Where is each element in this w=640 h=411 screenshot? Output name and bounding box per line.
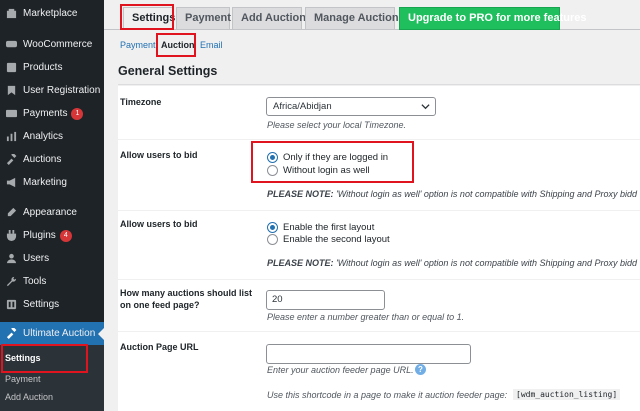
allow-bid-layout-label: Allow users to bid (120, 219, 198, 229)
timezone-selected-value: Africa/Abidjan (273, 101, 332, 112)
tab-add-auction[interactable]: Add Auction (232, 7, 306, 30)
note-bold: PLEASE NOTE: (267, 258, 334, 268)
sidebar-item-label: Products (23, 62, 63, 73)
sidebar-item-label: Marketing (23, 177, 67, 188)
sidebar-item-label: Users (23, 253, 50, 264)
sidebar-item-payments[interactable]: Payments 1 (0, 102, 104, 125)
appearance-icon (5, 207, 17, 219)
users-icon (5, 253, 17, 265)
upgrade-pro-button[interactable]: Upgrade to PRO for more features (399, 7, 586, 30)
radio-first-layout[interactable] (267, 222, 278, 233)
main-content: Settings Payment Add Auction Manage Auct… (104, 0, 640, 411)
sidebar-item-ultimate-auction[interactable]: Ultimate Auction (0, 322, 104, 345)
auctions-icon (5, 154, 17, 166)
radio-label-first-layout: Enable the first layout (283, 222, 375, 233)
ultimate-auction-icon (5, 328, 17, 340)
chevron-down-icon (421, 104, 430, 110)
section-title: General Settings (118, 64, 218, 78)
sidebar-item-label: Auctions (23, 154, 62, 165)
sidebar-item-label: Tools (23, 276, 47, 287)
tab-settings[interactable]: Settings (123, 7, 175, 30)
note-text: 'Without login as well' option is not co… (333, 258, 638, 268)
sidebar-item-auctions[interactable]: Auctions (0, 148, 104, 171)
admin-sidebar: Marketplace WooCommerce Products User Re… (0, 0, 104, 411)
sidebar-item-label: User Registration (23, 85, 101, 96)
radio-label-logged-in-only: Only if they are logged in (283, 152, 389, 163)
feed-count-input[interactable]: 20 (266, 290, 385, 310)
ultimate-auction-submenu: Settings Payment Add Auction (0, 345, 104, 411)
help-icon[interactable]: ? (415, 364, 426, 375)
section-divider (118, 84, 640, 85)
woocommerce-icon (5, 39, 17, 51)
submenu-item-add-auction[interactable]: Add Auction (5, 392, 53, 402)
settings-icon (5, 299, 17, 311)
plugins-count-badge: 4 (59, 229, 72, 242)
tab-payment[interactable]: Payment (176, 7, 231, 30)
row-separator (118, 139, 640, 140)
sidebar-item-tools[interactable]: Tools (0, 270, 104, 293)
sidebar-item-users[interactable]: Users (0, 247, 104, 270)
radio-logged-in-only[interactable] (267, 152, 278, 163)
allow-bid-login-label: Allow users to bid (120, 150, 198, 160)
analytics-icon (5, 131, 17, 143)
row-separator (118, 210, 640, 211)
note-bold: PLEASE NOTE: (267, 189, 334, 199)
sidebar-item-user-registration[interactable]: User Registration (0, 79, 104, 102)
feed-count-label: How many auctions should list on one fee… (120, 287, 260, 311)
page-url-description: Enter your auction feeder page URL. (267, 365, 414, 375)
submenu-item-payment[interactable]: Payment (5, 374, 41, 384)
subnav-email[interactable]: Email (200, 40, 223, 50)
feed-count-label-line2: on one feed page? (120, 300, 200, 310)
radio-label-without-login: Without login as well (283, 165, 370, 176)
shortcode-code: [wdm_auction_listing] (513, 389, 621, 400)
page-url-label: Auction Page URL (120, 342, 199, 352)
sidebar-item-woocommerce[interactable]: WooCommerce (0, 33, 104, 56)
sidebar-item-label: Plugins (23, 230, 56, 241)
sidebar-item-label: Payments (23, 108, 68, 119)
plugins-icon (5, 230, 17, 242)
tab-manage-auctions[interactable]: Manage Auctions (305, 7, 405, 30)
settings-form-table: Timezone Africa/Abidjan Please select yo… (118, 86, 640, 411)
sidebar-item-appearance[interactable]: Appearance (0, 201, 104, 224)
payments-icon (5, 108, 17, 120)
subnav-payment[interactable]: Payment (120, 40, 156, 50)
user-registration-icon (5, 85, 17, 97)
marketing-icon (5, 177, 17, 189)
sidebar-item-label: Ultimate Auction (23, 328, 96, 339)
feed-count-label-line1: How many auctions should list (120, 288, 253, 298)
tools-icon (5, 276, 17, 288)
sidebar-item-marketplace[interactable]: Marketplace (0, 2, 104, 25)
products-icon (5, 62, 17, 74)
row-separator (118, 279, 640, 280)
row-separator (118, 331, 640, 332)
page-url-input[interactable] (266, 344, 471, 364)
sidebar-item-label: Appearance (23, 207, 77, 218)
allow-bid-layout-note: PLEASE NOTE: 'Without login as well' opt… (267, 258, 637, 268)
note-text: 'Without login as well' option is not co… (333, 189, 638, 199)
sidebar-item-label: WooCommerce (23, 39, 93, 50)
feed-count-description: Please enter a number greater than or eq… (267, 312, 465, 322)
marketplace-icon (5, 8, 17, 20)
sidebar-item-label: Marketplace (23, 8, 78, 19)
timezone-label: Timezone (120, 97, 162, 107)
sidebar-item-marketing[interactable]: Marketing (0, 171, 104, 194)
sidebar-item-plugins[interactable]: Plugins 4 (0, 224, 104, 247)
timezone-description: Please select your local Timezone. (267, 120, 406, 130)
sidebar-item-analytics[interactable]: Analytics (0, 125, 104, 148)
payments-count-badge: 1 (71, 107, 84, 120)
timezone-select[interactable]: Africa/Abidjan (266, 97, 436, 116)
sidebar-item-label: Analytics (23, 131, 64, 142)
shortcode-description: Use this shortcode in a page to make it … (267, 390, 508, 400)
sidebar-item-products[interactable]: Products (0, 56, 104, 79)
radio-label-second-layout: Enable the second layout (283, 234, 390, 245)
allow-bid-login-note: PLEASE NOTE: 'Without login as well' opt… (267, 189, 637, 199)
radio-without-login[interactable] (267, 165, 278, 176)
radio-second-layout[interactable] (267, 234, 278, 245)
submenu-item-settings[interactable]: Settings (5, 353, 41, 363)
sidebar-item-settings[interactable]: Settings (0, 293, 104, 316)
subnav-auction[interactable]: Auction (161, 40, 195, 50)
sidebar-item-label: Settings (23, 299, 60, 310)
